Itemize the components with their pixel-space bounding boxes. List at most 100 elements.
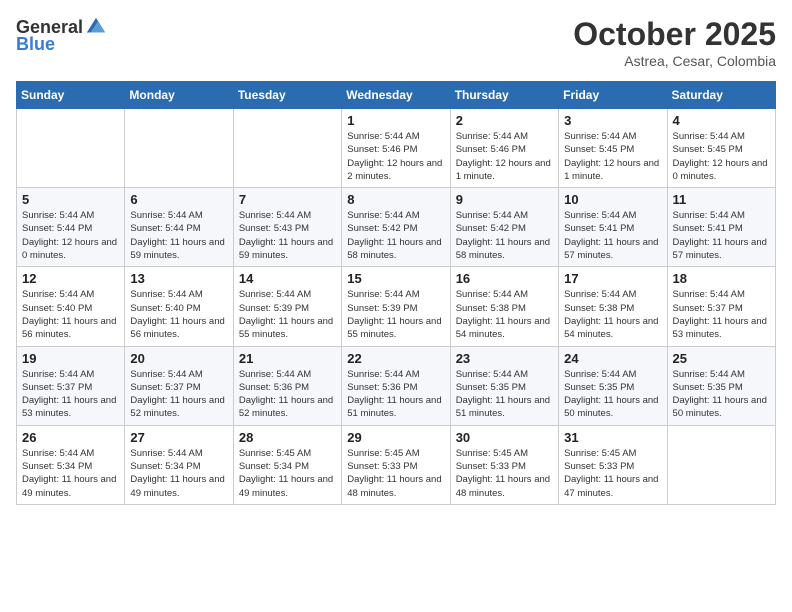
weekday-header-thursday: Thursday bbox=[450, 82, 558, 109]
logo: General Blue bbox=[16, 16, 107, 55]
day-number: 31 bbox=[564, 430, 661, 445]
week-row-4: 19 Sunrise: 5:44 AM Sunset: 5:37 PM Dayli… bbox=[17, 346, 776, 425]
day-info: Sunrise: 5:45 AM Sunset: 5:34 PM Dayligh… bbox=[239, 447, 336, 500]
day-info: Sunrise: 5:44 AM Sunset: 5:36 PM Dayligh… bbox=[347, 368, 444, 421]
day-number: 7 bbox=[239, 192, 336, 207]
day-info: Sunrise: 5:44 AM Sunset: 5:35 PM Dayligh… bbox=[673, 368, 770, 421]
calendar-cell: 22Sunrise: 5:44 AM Sunset: 5:36 PM Dayli… bbox=[342, 346, 450, 425]
calendar-cell: 18 Sunrise: 5:44 AM Sunset: 5:37 PM Dayli… bbox=[667, 267, 775, 346]
day-info: Sunrise: 5:45 AM Sunset: 5:33 PM Dayligh… bbox=[564, 447, 661, 500]
calendar-cell bbox=[667, 425, 775, 504]
day-info: Sunrise: 5:44 AM Sunset: 5:41 PM Dayligh… bbox=[673, 209, 770, 262]
day-number: 4 bbox=[673, 113, 770, 128]
page-header: General Blue October 2025 Astrea, Cesar,… bbox=[16, 16, 776, 69]
day-number: 27 bbox=[130, 430, 227, 445]
calendar-cell: 12 Sunrise: 5:44 AM Sunset: 5:40 PM Dayli… bbox=[17, 267, 125, 346]
calendar-cell: 6 Sunrise: 5:44 AM Sunset: 5:44 PM Daylig… bbox=[125, 188, 233, 267]
day-number: 2 bbox=[456, 113, 553, 128]
calendar-cell: 15 Sunrise: 5:44 AM Sunset: 5:39 PM Dayli… bbox=[342, 267, 450, 346]
calendar-cell: 1 Sunrise: 5:44 AM Sunset: 5:46 PM Daylig… bbox=[342, 109, 450, 188]
week-row-3: 12 Sunrise: 5:44 AM Sunset: 5:40 PM Dayli… bbox=[17, 267, 776, 346]
title-area: October 2025 Astrea, Cesar, Colombia bbox=[573, 16, 776, 69]
weekday-header-wednesday: Wednesday bbox=[342, 82, 450, 109]
weekday-header-monday: Monday bbox=[125, 82, 233, 109]
calendar-cell: 24Sunrise: 5:44 AM Sunset: 5:35 PM Dayli… bbox=[559, 346, 667, 425]
day-number: 20 bbox=[130, 351, 227, 366]
day-info: Sunrise: 5:44 AM Sunset: 5:44 PM Dayligh… bbox=[130, 209, 227, 262]
day-info: Sunrise: 5:44 AM Sunset: 5:38 PM Dayligh… bbox=[456, 288, 553, 341]
calendar-cell: 25 Sunrise: 5:44 AM Sunset: 5:35 PM Dayli… bbox=[667, 346, 775, 425]
day-info: Sunrise: 5:44 AM Sunset: 5:39 PM Dayligh… bbox=[239, 288, 336, 341]
calendar-cell: 11 Sunrise: 5:44 AM Sunset: 5:41 PM Dayli… bbox=[667, 188, 775, 267]
calendar-table: SundayMondayTuesdayWednesdayThursdayFrid… bbox=[16, 81, 776, 505]
day-number: 19 bbox=[22, 351, 119, 366]
day-info: Sunrise: 5:44 AM Sunset: 5:37 PM Dayligh… bbox=[673, 288, 770, 341]
day-info: Sunrise: 5:44 AM Sunset: 5:40 PM Dayligh… bbox=[22, 288, 119, 341]
week-row-2: 5 Sunrise: 5:44 AM Sunset: 5:44 PM Daylig… bbox=[17, 188, 776, 267]
day-number: 14 bbox=[239, 271, 336, 286]
calendar-cell bbox=[17, 109, 125, 188]
day-number: 16 bbox=[456, 271, 553, 286]
day-info: Sunrise: 5:44 AM Sunset: 5:41 PM Dayligh… bbox=[564, 209, 661, 262]
calendar-cell: 7Sunrise: 5:44 AM Sunset: 5:43 PM Daylig… bbox=[233, 188, 341, 267]
week-row-1: 1 Sunrise: 5:44 AM Sunset: 5:46 PM Daylig… bbox=[17, 109, 776, 188]
day-number: 29 bbox=[347, 430, 444, 445]
day-number: 18 bbox=[673, 271, 770, 286]
day-info: Sunrise: 5:44 AM Sunset: 5:42 PM Dayligh… bbox=[456, 209, 553, 262]
day-number: 25 bbox=[673, 351, 770, 366]
day-info: Sunrise: 5:44 AM Sunset: 5:37 PM Dayligh… bbox=[130, 368, 227, 421]
day-number: 30 bbox=[456, 430, 553, 445]
day-number: 17 bbox=[564, 271, 661, 286]
calendar-cell: 16 Sunrise: 5:44 AM Sunset: 5:38 PM Dayli… bbox=[450, 267, 558, 346]
day-number: 12 bbox=[22, 271, 119, 286]
calendar-cell: 23Sunrise: 5:44 AM Sunset: 5:35 PM Dayli… bbox=[450, 346, 558, 425]
day-info: Sunrise: 5:44 AM Sunset: 5:35 PM Dayligh… bbox=[564, 368, 661, 421]
day-info: Sunrise: 5:44 AM Sunset: 5:39 PM Dayligh… bbox=[347, 288, 444, 341]
day-number: 6 bbox=[130, 192, 227, 207]
day-number: 5 bbox=[22, 192, 119, 207]
calendar-cell: 28Sunrise: 5:45 AM Sunset: 5:34 PM Dayli… bbox=[233, 425, 341, 504]
day-info: Sunrise: 5:44 AM Sunset: 5:36 PM Dayligh… bbox=[239, 368, 336, 421]
weekday-header-friday: Friday bbox=[559, 82, 667, 109]
day-number: 9 bbox=[456, 192, 553, 207]
weekday-header-sunday: Sunday bbox=[17, 82, 125, 109]
calendar-cell: 14 Sunrise: 5:44 AM Sunset: 5:39 PM Dayli… bbox=[233, 267, 341, 346]
day-info: Sunrise: 5:44 AM Sunset: 5:38 PM Dayligh… bbox=[564, 288, 661, 341]
day-info: Sunrise: 5:45 AM Sunset: 5:33 PM Dayligh… bbox=[456, 447, 553, 500]
day-number: 11 bbox=[673, 192, 770, 207]
calendar-cell: 2 Sunrise: 5:44 AM Sunset: 5:46 PM Daylig… bbox=[450, 109, 558, 188]
calendar-cell: 9 Sunrise: 5:44 AM Sunset: 5:42 PM Daylig… bbox=[450, 188, 558, 267]
day-info: Sunrise: 5:44 AM Sunset: 5:40 PM Dayligh… bbox=[130, 288, 227, 341]
month-title: October 2025 bbox=[573, 16, 776, 53]
day-info: Sunrise: 5:44 AM Sunset: 5:44 PM Dayligh… bbox=[22, 209, 119, 262]
calendar-cell: 31 Sunrise: 5:45 AM Sunset: 5:33 PM Dayli… bbox=[559, 425, 667, 504]
logo-icon bbox=[85, 16, 107, 38]
calendar-cell: 30 Sunrise: 5:45 AM Sunset: 5:33 PM Dayli… bbox=[450, 425, 558, 504]
day-info: Sunrise: 5:44 AM Sunset: 5:37 PM Dayligh… bbox=[22, 368, 119, 421]
calendar-cell: 8Sunrise: 5:44 AM Sunset: 5:42 PM Daylig… bbox=[342, 188, 450, 267]
day-info: Sunrise: 5:44 AM Sunset: 5:46 PM Dayligh… bbox=[456, 130, 553, 183]
calendar-cell: 21 Sunrise: 5:44 AM Sunset: 5:36 PM Dayli… bbox=[233, 346, 341, 425]
day-number: 13 bbox=[130, 271, 227, 286]
day-info: Sunrise: 5:44 AM Sunset: 5:46 PM Dayligh… bbox=[347, 130, 444, 183]
calendar-cell: 27Sunrise: 5:44 AM Sunset: 5:34 PM Dayli… bbox=[125, 425, 233, 504]
calendar-cell: 26Sunrise: 5:44 AM Sunset: 5:34 PM Dayli… bbox=[17, 425, 125, 504]
calendar-cell: 3 Sunrise: 5:44 AM Sunset: 5:45 PM Daylig… bbox=[559, 109, 667, 188]
day-number: 10 bbox=[564, 192, 661, 207]
day-number: 3 bbox=[564, 113, 661, 128]
calendar-cell: 5 Sunrise: 5:44 AM Sunset: 5:44 PM Daylig… bbox=[17, 188, 125, 267]
day-info: Sunrise: 5:44 AM Sunset: 5:42 PM Dayligh… bbox=[347, 209, 444, 262]
calendar-cell: 19 Sunrise: 5:44 AM Sunset: 5:37 PM Dayli… bbox=[17, 346, 125, 425]
day-info: Sunrise: 5:44 AM Sunset: 5:45 PM Dayligh… bbox=[564, 130, 661, 183]
calendar-cell bbox=[233, 109, 341, 188]
day-info: Sunrise: 5:44 AM Sunset: 5:45 PM Dayligh… bbox=[673, 130, 770, 183]
calendar-cell: 17 Sunrise: 5:44 AM Sunset: 5:38 PM Dayli… bbox=[559, 267, 667, 346]
calendar-cell bbox=[125, 109, 233, 188]
day-number: 21 bbox=[239, 351, 336, 366]
day-number: 15 bbox=[347, 271, 444, 286]
calendar-cell: 13 Sunrise: 5:44 AM Sunset: 5:40 PM Dayli… bbox=[125, 267, 233, 346]
weekday-header-saturday: Saturday bbox=[667, 82, 775, 109]
day-number: 1 bbox=[347, 113, 444, 128]
calendar-cell: 10 Sunrise: 5:44 AM Sunset: 5:41 PM Dayli… bbox=[559, 188, 667, 267]
day-number: 23 bbox=[456, 351, 553, 366]
